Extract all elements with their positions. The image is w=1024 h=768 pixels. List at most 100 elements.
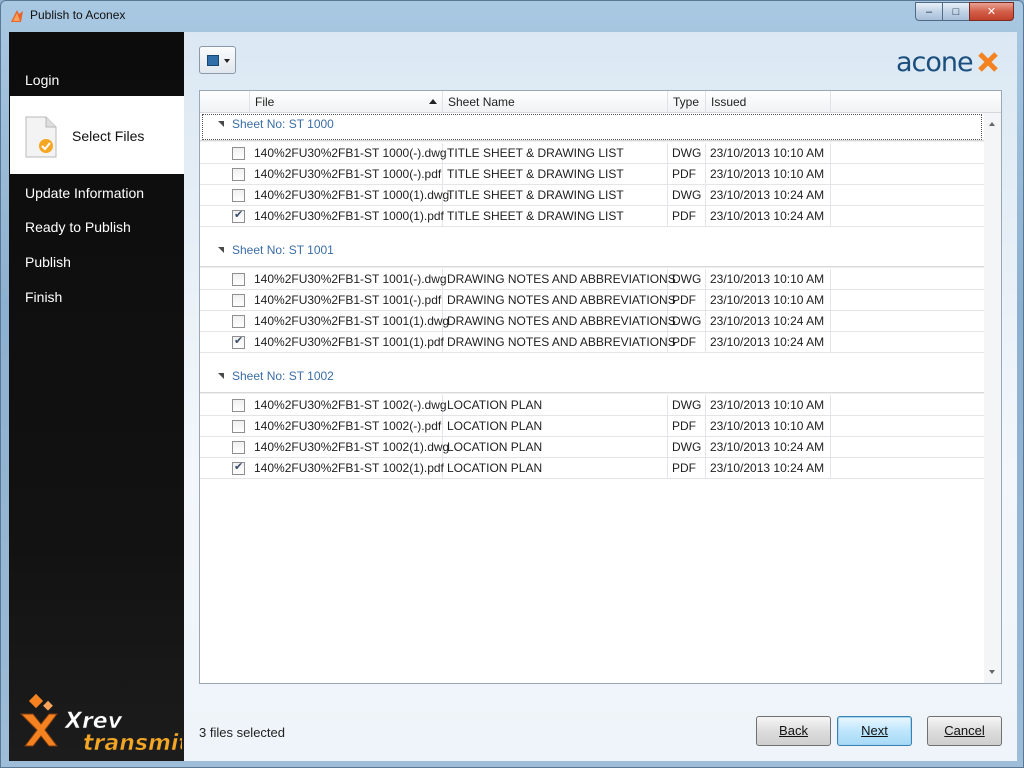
sidebar-item-update-information[interactable]: Update Information: [25, 185, 144, 201]
minimize-button[interactable]: –: [915, 2, 943, 21]
maximize-icon: □: [952, 5, 960, 18]
row-checkbox[interactable]: [232, 399, 245, 412]
sheet-name-cell: LOCATION PLAN: [443, 437, 668, 458]
row-checkbox[interactable]: [232, 147, 245, 160]
publish-window: Publish to Aconex – □ ✕ Login Select Fil…: [0, 0, 1024, 768]
column-header-issued[interactable]: Issued: [706, 91, 831, 113]
view-dropdown-button[interactable]: [199, 46, 236, 74]
svg-text:acone: acone: [896, 47, 973, 78]
column-header-label: File: [255, 95, 275, 109]
issued-date-cell: 23/10/2013 10:24 AM: [706, 206, 831, 227]
scroll-up-icon[interactable]: [989, 122, 995, 126]
row-checkbox[interactable]: [232, 294, 245, 307]
header-select-column: [200, 91, 250, 113]
table-row[interactable]: 140%2FU30%2FB1-ST 1001(1).pdfDRAWING NOT…: [200, 332, 984, 353]
issued-date-cell: 23/10/2013 10:24 AM: [706, 437, 831, 458]
files-grid: File Sheet Name Type Issued Sheet No: ST…: [199, 90, 1002, 684]
table-row[interactable]: 140%2FU30%2FB1-ST 1002(-).pdf LOCATION PL…: [200, 416, 984, 437]
cancel-button[interactable]: Cancel: [927, 716, 1002, 746]
table-row[interactable]: 140%2FU30%2FB1-ST 1000(-).pdf TITLE SHEET…: [200, 164, 984, 185]
file-check-icon: [25, 116, 57, 158]
wizard-sidebar: Login Select Files Update Information Re…: [9, 32, 193, 761]
sheet-name-cell: LOCATION PLAN: [443, 395, 668, 416]
issued-date-cell: 23/10/2013 10:10 AM: [706, 164, 831, 185]
file-name-cell: 140%2FU30%2FB1-ST 1001(1).dwg: [250, 311, 449, 332]
issued-date-cell: 23/10/2013 10:10 AM: [706, 395, 831, 416]
sidebar-item-select-files[interactable]: Select Files: [10, 96, 193, 182]
group-header[interactable]: Sheet No: ST 1001: [200, 239, 984, 261]
close-icon: ✕: [986, 6, 997, 18]
issued-date-cell: 23/10/2013 10:24 AM: [706, 332, 831, 353]
table-row[interactable]: 140%2FU30%2FB1-ST 1002(1).dwg LOCATION PL…: [200, 437, 984, 458]
group-header[interactable]: Sheet No: ST 1000: [200, 113, 984, 140]
group-header-label: Sheet No: ST 1001: [232, 243, 334, 257]
back-button[interactable]: Back: [756, 716, 831, 746]
file-name-cell: 140%2FU30%2FB1-ST 1000(-).pdf: [250, 164, 443, 185]
row-checkbox[interactable]: [232, 273, 245, 286]
row-checkbox[interactable]: [232, 460, 245, 475]
scroll-down-icon[interactable]: [989, 670, 995, 674]
file-name-cell: 140%2FU30%2FB1-ST 1002(-).dwg: [250, 395, 447, 416]
chevron-down-icon: [224, 59, 230, 63]
next-button[interactable]: Next: [837, 716, 912, 746]
row-checkbox[interactable]: [232, 208, 245, 223]
sidebar-item-ready-to-publish[interactable]: Ready to Publish: [25, 219, 131, 235]
table-row[interactable]: 140%2FU30%2FB1-ST 1002(1).pdfLOCATION PL…: [200, 458, 984, 479]
column-header-file[interactable]: File: [250, 91, 443, 113]
issued-date-cell: 23/10/2013 10:24 AM: [706, 185, 831, 206]
sheet-name-cell: TITLE SHEET & DRAWING LIST: [443, 164, 668, 185]
xrev-transmit-logo: Xrev transmit: [19, 693, 182, 756]
sidebar-item-publish[interactable]: Publish: [25, 254, 71, 270]
sidebar-item-finish[interactable]: Finish: [25, 289, 62, 305]
file-name-cell: 140%2FU30%2FB1-ST 1002(1).pdf: [250, 458, 444, 479]
column-header-sheet-name[interactable]: Sheet Name: [443, 91, 668, 113]
group-separator: [200, 140, 984, 142]
vertical-scrollbar[interactable]: [984, 113, 1001, 683]
maximize-button[interactable]: □: [942, 2, 970, 21]
svg-text:transmit: transmit: [83, 731, 182, 756]
column-header-label: Issued: [711, 95, 747, 109]
file-type-cell: DWG: [668, 269, 706, 290]
issued-date-cell: 23/10/2013 10:24 AM: [706, 458, 831, 479]
table-row[interactable]: 140%2FU30%2FB1-ST 1002(-).dwg LOCATION PL…: [200, 395, 984, 416]
table-row[interactable]: 140%2FU30%2FB1-ST 1001(-).dwg DRAWING NOT…: [200, 269, 984, 290]
file-name-cell: 140%2FU30%2FB1-ST 1000(1).dwg: [250, 185, 449, 206]
row-checkbox[interactable]: [232, 420, 245, 433]
content-panel: acone File Sheet Name Type Issued Sheet …: [184, 32, 1017, 761]
file-name-cell: 140%2FU30%2FB1-ST 1000(-).dwg: [250, 143, 447, 164]
group-separator: [200, 392, 984, 394]
file-type-cell: DWG: [668, 185, 706, 206]
window-title: Publish to Aconex: [30, 8, 126, 22]
focus-rectangle: [202, 114, 982, 140]
xrev-logo-mark: [19, 693, 58, 747]
collapse-triangle-icon[interactable]: [218, 247, 224, 253]
group-header-label: Sheet No: ST 1002: [232, 369, 334, 383]
row-checkbox[interactable]: [232, 315, 245, 328]
row-checkbox[interactable]: [232, 189, 245, 202]
table-row[interactable]: 140%2FU30%2FB1-ST 1000(1).pdfTITLE SHEET…: [200, 206, 984, 227]
group-header[interactable]: Sheet No: ST 1002: [200, 365, 984, 387]
issued-date-cell: 23/10/2013 10:10 AM: [706, 416, 831, 437]
table-row[interactable]: 140%2FU30%2FB1-ST 1001(1).dwg DRAWING NOT…: [200, 311, 984, 332]
minimize-icon: –: [925, 5, 933, 18]
column-header-type[interactable]: Type: [668, 91, 706, 113]
sheet-name-cell: TITLE SHEET & DRAWING LIST: [443, 185, 668, 206]
row-checkbox[interactable]: [232, 334, 245, 349]
file-name-cell: 140%2FU30%2FB1-ST 1002(1).dwg: [250, 437, 449, 458]
row-checkbox[interactable]: [232, 168, 245, 181]
file-name-cell: 140%2FU30%2FB1-ST 1001(-).pdf: [250, 290, 443, 311]
close-button[interactable]: ✕: [969, 2, 1014, 21]
table-row[interactable]: 140%2FU30%2FB1-ST 1000(-).dwg TITLE SHEET…: [200, 143, 984, 164]
collapse-triangle-icon[interactable]: [218, 373, 224, 379]
file-type-cell: PDF: [668, 458, 706, 479]
table-row[interactable]: 140%2FU30%2FB1-ST 1001(-).pdf DRAWING NOT…: [200, 290, 984, 311]
file-type-cell: PDF: [668, 206, 706, 227]
sidebar-item-label: Select Files: [72, 128, 145, 144]
table-row[interactable]: 140%2FU30%2FB1-ST 1000(1).dwg TITLE SHEET…: [200, 185, 984, 206]
row-checkbox[interactable]: [232, 441, 245, 454]
issued-date-cell: 23/10/2013 10:10 AM: [706, 269, 831, 290]
file-name-cell: 140%2FU30%2FB1-ST 1001(1).pdf: [250, 332, 444, 353]
file-type-cell: PDF: [668, 290, 706, 311]
title-bar[interactable]: Publish to Aconex – □ ✕: [1, 1, 1023, 31]
sidebar-item-login[interactable]: Login: [25, 72, 59, 88]
